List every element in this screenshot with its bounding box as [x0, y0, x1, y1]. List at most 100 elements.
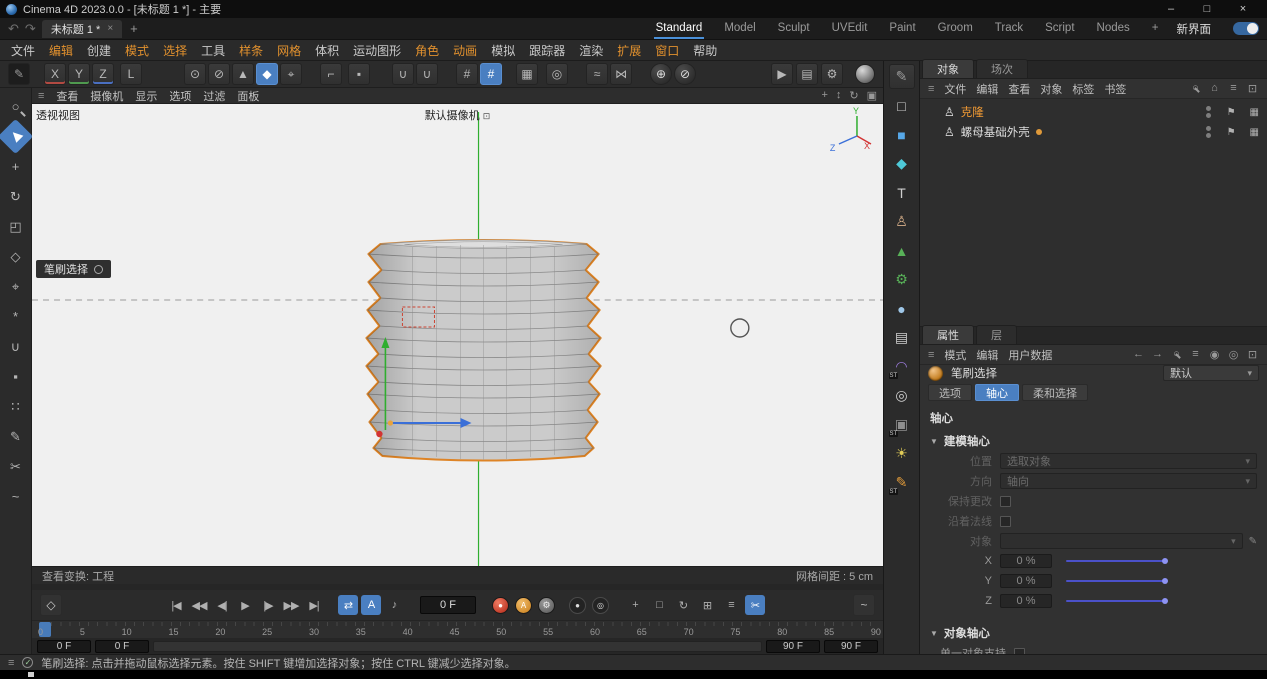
menu-item[interactable]: 模式 [118, 42, 156, 59]
keep-changes-checkbox[interactable] [1000, 496, 1011, 507]
object-name[interactable]: 克隆 [961, 104, 984, 120]
am-menu-item[interactable]: 编辑 [976, 347, 998, 363]
autokeying-button[interactable]: A [515, 597, 532, 614]
menu-item[interactable]: 模拟 [484, 42, 522, 59]
menu-item[interactable]: 工具 [194, 42, 232, 59]
text-icon[interactable]: T [889, 180, 915, 205]
om-menu-item[interactable]: 书签 [1104, 81, 1126, 97]
layout-tab[interactable]: UVEdit [830, 18, 870, 39]
layout-tab[interactable]: Standard [654, 18, 705, 39]
knife-tool-icon[interactable]: ✂ [3, 454, 28, 479]
light-icon[interactable]: ☀ [889, 441, 915, 466]
figure-icon[interactable]: ♙ [889, 209, 915, 234]
viewport-menu-item[interactable]: 过滤 [203, 88, 225, 104]
am-hamburger-icon[interactable]: ≡ [928, 349, 934, 361]
rotate-tool-icon[interactable]: ↻ [3, 184, 28, 209]
next-frame-button[interactable]: |▶ [258, 595, 278, 615]
layout-tab[interactable]: Groom [936, 18, 975, 39]
cube-icon[interactable]: ■ [889, 122, 915, 147]
menu-item[interactable]: 角色 [408, 42, 446, 59]
menu-item[interactable]: 运动图形 [346, 42, 408, 59]
menu-item[interactable]: 帮助 [686, 42, 724, 59]
x-axis-lock[interactable]: X [44, 63, 66, 85]
status-hamburger-icon[interactable]: ≡ [8, 657, 14, 669]
filter-icon[interactable]: ≡ [1189, 348, 1202, 361]
menu-item[interactable]: 创建 [80, 42, 118, 59]
pla-key-toggle[interactable]: ≡ [721, 595, 741, 615]
prev-key-button[interactable]: ◀◀ [189, 595, 209, 615]
y-axis-lock[interactable]: Y [68, 63, 90, 85]
loop-toggle[interactable]: ⇄ [338, 595, 358, 615]
minimize-button[interactable]: – [1153, 3, 1189, 15]
om-menu-item[interactable]: 文件 [944, 81, 966, 97]
phong-tag-icon[interactable]: ▦ [1250, 107, 1259, 118]
along-normals-checkbox[interactable] [1000, 516, 1011, 527]
gear-icon[interactable]: ⚙ [889, 267, 915, 292]
tool-mode-tab[interactable]: 柔和选择 [1022, 384, 1088, 401]
keying-settings-button[interactable]: ⚙ [538, 597, 555, 614]
z-axis-lock[interactable]: Z [92, 63, 114, 85]
om-menu-item[interactable]: 编辑 [976, 81, 998, 97]
range-slider-track[interactable] [153, 641, 762, 652]
menu-item[interactable]: 文件 [4, 42, 42, 59]
workplane-icon[interactable]: ⌐ [320, 63, 342, 85]
menu-item[interactable]: 窗口 [648, 42, 686, 59]
next-key-button[interactable]: ▶▶ [281, 595, 301, 615]
object-axis-group-header[interactable]: ▼ 对象轴心 [920, 621, 1267, 645]
visibility-dots[interactable] [1206, 126, 1211, 138]
timeline-ruler[interactable]: 051015202530354045505560657075808590 [32, 620, 883, 638]
manager-tab[interactable]: 对象 [922, 59, 974, 78]
move-tool-icon[interactable]: + [3, 154, 28, 179]
menu-item[interactable]: 体积 [308, 42, 346, 59]
texture-mode-icon[interactable]: ⌖ [280, 63, 302, 85]
layout-tab[interactable]: Model [722, 18, 757, 39]
bend-icon[interactable]: ◠ ST [889, 354, 915, 379]
menu-item[interactable]: 选择 [156, 42, 194, 59]
model-mode-icon[interactable]: ◆ [256, 63, 278, 85]
interface-toggle[interactable] [1233, 22, 1259, 35]
x-value-field[interactable]: 0 % [1000, 554, 1052, 568]
position-key-toggle[interactable]: + [625, 595, 645, 615]
point-paint-icon[interactable]: ∷ [3, 394, 28, 419]
object-link-field[interactable]: ▾ [1000, 533, 1243, 549]
transform-tool-icon[interactable]: ◇ [3, 244, 28, 269]
menu-item[interactable]: 编辑 [42, 42, 80, 59]
layout-tab[interactable]: + [1150, 18, 1161, 39]
prev-frame-button[interactable]: ◀| [212, 595, 232, 615]
scale-tool-icon[interactable]: ◰ [3, 214, 28, 239]
coord-system-icon[interactable]: L [120, 63, 142, 85]
am-menu-item[interactable]: 模式 [944, 347, 966, 363]
slide-icon[interactable]: ⋈ [610, 63, 632, 85]
y-value-field[interactable]: 0 % [1000, 574, 1052, 588]
keyframe-dot-button[interactable]: ● [569, 597, 586, 614]
object-row-cloner[interactable]: ♙ 克隆 ⚑ ▦ [920, 102, 1267, 122]
menu-item[interactable]: 动画 [446, 42, 484, 59]
layout-tab[interactable]: Track [993, 18, 1025, 39]
axis-modify-icon[interactable]: ⌖ [3, 274, 28, 299]
object-picker-icon[interactable]: ✎ [1249, 536, 1257, 547]
rotate-view-icon[interactable]: ↻ [849, 89, 858, 102]
render-settings-icon[interactable]: ⚙ [821, 63, 843, 85]
visibility-dots[interactable] [1206, 106, 1211, 118]
snap-settings-icon[interactable]: ∪ [416, 63, 438, 85]
fcurve-mode-button[interactable]: ~ [853, 594, 875, 616]
new-interface-label[interactable]: 新界面 [1177, 21, 1212, 37]
range-end-field-2[interactable]: 90 F [824, 640, 878, 653]
close-tab-icon[interactable]: × [107, 23, 113, 34]
key-selection-toggle[interactable]: ✂ [745, 595, 765, 615]
viewport-menu-item[interactable]: 显示 [135, 88, 157, 104]
glass-sphere-icon[interactable]: ● [889, 296, 915, 321]
om-menu-item[interactable]: 查看 [1008, 81, 1030, 97]
goto-end-button[interactable]: ▶| [304, 595, 324, 615]
wire-sphere-icon[interactable]: ◎ [889, 383, 915, 408]
maximize-button[interactable]: □ [1189, 3, 1225, 15]
new-panel-icon[interactable]: ⊡ [1246, 348, 1259, 361]
om-menu-item[interactable]: 标签 [1072, 81, 1094, 97]
magnifier-icon[interactable]: ○ [3, 94, 28, 119]
layout-tab[interactable]: Script [1043, 18, 1076, 39]
x-slider[interactable] [1066, 560, 1166, 562]
layout-tab[interactable]: Sculpt [776, 18, 812, 39]
viewport-hamburger-icon[interactable]: ≡ [38, 90, 44, 102]
layout-tab[interactable]: Nodes [1095, 18, 1132, 39]
axis-lock-icon[interactable]: ⊘ [674, 63, 696, 85]
